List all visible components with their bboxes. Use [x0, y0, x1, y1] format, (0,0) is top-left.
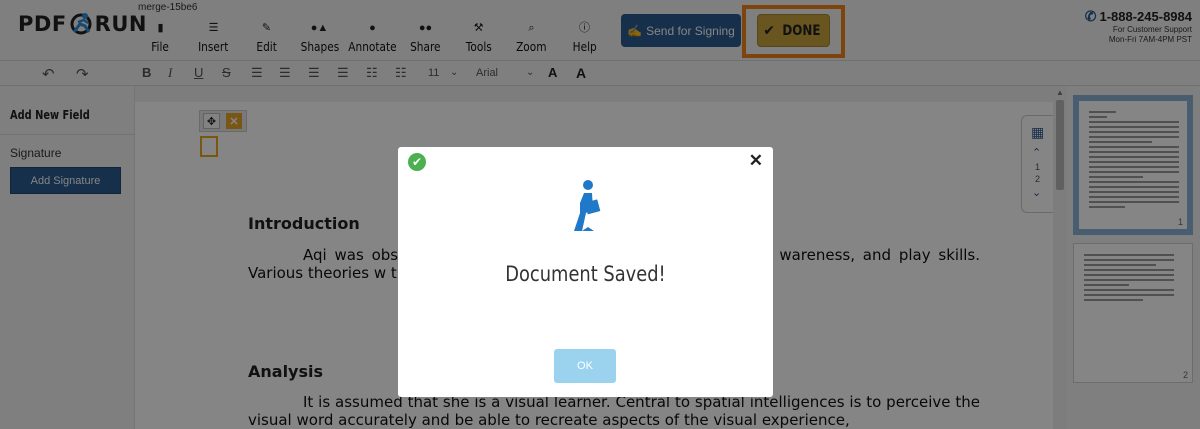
close-icon[interactable]: ✕ — [749, 151, 763, 171]
ok-button[interactable]: OK — [554, 349, 616, 383]
dialog-title: Document Saved! — [505, 262, 666, 286]
person-running-with-folder-icon — [564, 179, 604, 233]
document-saved-dialog: ✔ ✕ Document Saved! OK — [398, 147, 773, 397]
success-check-icon: ✔ — [408, 153, 426, 171]
